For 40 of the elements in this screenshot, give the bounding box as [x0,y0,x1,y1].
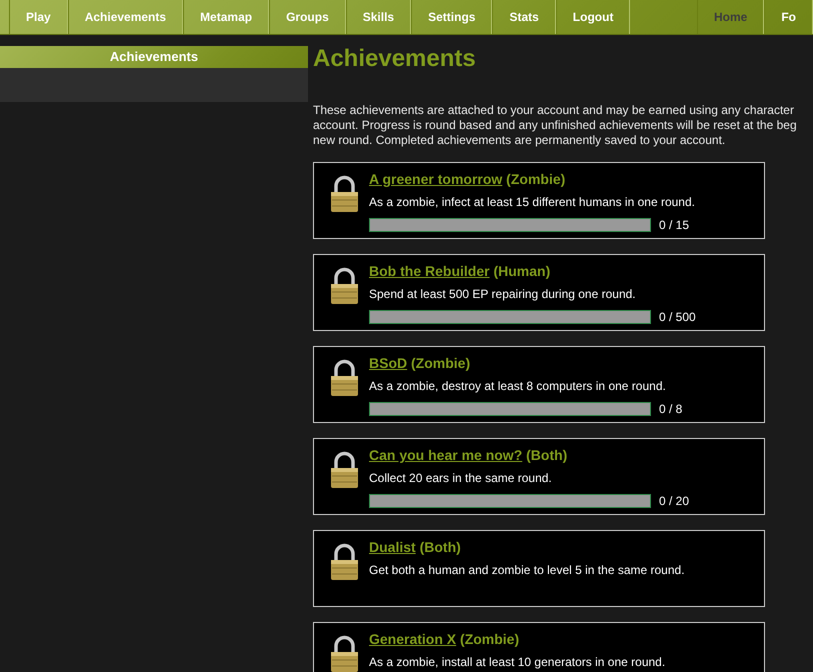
padlock-icon [330,175,359,213]
achievement-title: Dualist (Both) [369,539,461,555]
achievement-link[interactable]: Dualist [369,539,416,555]
achievement-title: BSoD (Zombie) [369,355,470,371]
achievement-description: As a zombie, destroy at least 8 computers in one round. [369,379,666,393]
padlock-icon [330,543,359,581]
achievement-description: Collect 20 ears in the same round. [369,471,552,485]
achievement-title: A greener tomorrow (Zombie) [369,171,566,187]
achievement-link[interactable]: BSoD [369,355,408,371]
achievement-description: As a zombie, install at least 10 generators in one round. [369,655,666,669]
nav-tab[interactable]: Home [696,0,764,34]
progress-reading: 0 / 500 [659,310,696,324]
padlock-icon [330,359,359,397]
nav-tab[interactable]: Logout [556,0,630,34]
achievement-link[interactable]: A greener tomorrow [369,171,502,187]
progress-reading: 0 / 8 [659,402,682,416]
padlock-icon [330,267,359,305]
nav-tab[interactable]: Settings [411,0,492,34]
nav-tab[interactable]: Achievements [68,0,184,34]
nav-tab[interactable]: Fo [764,0,813,34]
achievement-description: As a zombie, infect at least 15 different humans in one round. [369,195,695,209]
achievement-link[interactable]: Can you hear me now? [369,447,522,463]
achievement-description: Get both a human and zombie to level 5 in the same round. [369,563,685,577]
achievement-description: Spend at least 500 EP repairing during one round. [369,287,636,301]
achievement-title: Generation X (Zombie) [369,631,520,647]
padlock-icon [330,451,359,489]
nav-tab[interactable]: Skills [346,0,412,34]
progress-reading: 0 / 20 [659,494,690,508]
nav-tab[interactable]: Stats [492,0,556,34]
achievement-title: Can you hear me now? (Both) [369,447,568,463]
sidebar-header: Achievements [0,46,308,68]
achievement-link[interactable]: Generation X [369,631,456,647]
intro-paragraph: These achievements are attached to your account and may be earned using any character account. Progress is round based and any unfinished achievements will be reset at the beg new round. Completed achievements are permanently saved to your account. [313,103,797,148]
nav-tab[interactable]: Groups [269,0,346,34]
progress-reading: 0 / 15 [659,218,690,232]
nav-tab[interactable]: Play [9,0,68,34]
achievement-title: Bob the Rebuilder (Human) [369,263,550,279]
achievement-link[interactable]: Bob the Rebuilder [369,263,490,279]
nav-tab[interactable]: Metamap [183,0,270,34]
page-heading: Achievements [313,45,476,73]
